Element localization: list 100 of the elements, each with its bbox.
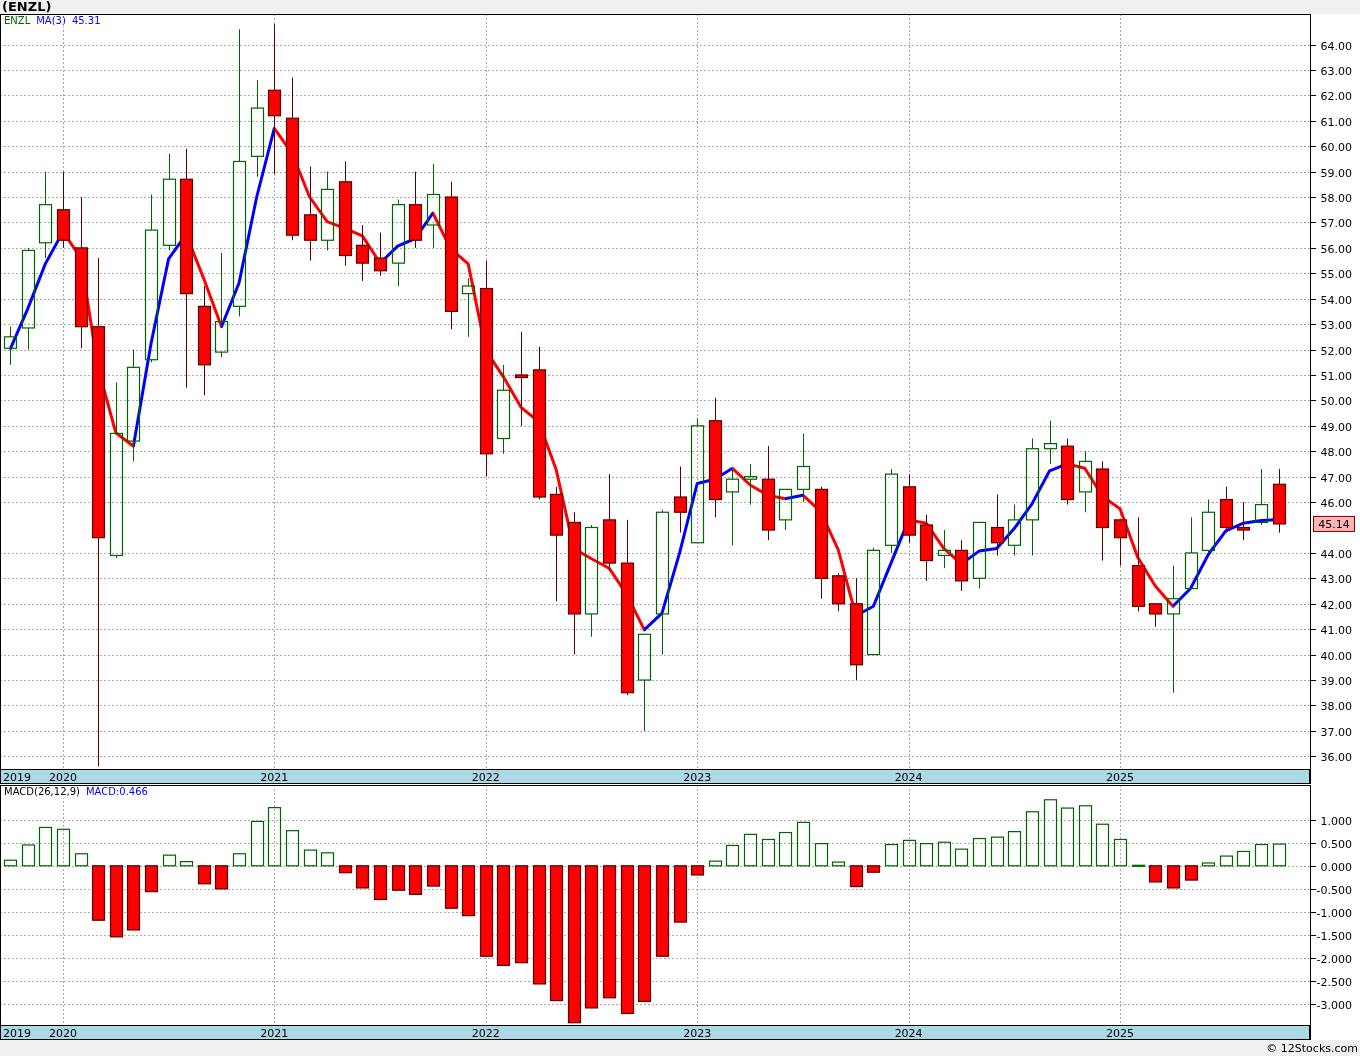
candlestick [1060, 438, 1075, 506]
histogram-bar [814, 843, 829, 867]
axis-label: 59.00 [1320, 166, 1352, 180]
histogram-bar [1043, 799, 1058, 867]
axis-label: 47.00 [1320, 471, 1352, 485]
histogram-bar [1113, 838, 1128, 867]
histogram-bar [461, 865, 476, 917]
histogram-bar [1254, 843, 1269, 867]
year-label: 2023 [683, 1027, 712, 1040]
year-label: 2020 [48, 771, 77, 784]
histogram-bar [1201, 862, 1216, 867]
histogram-bar [355, 865, 370, 889]
candlestick [778, 488, 793, 531]
candlestick [743, 463, 758, 506]
histogram-bar [1025, 811, 1040, 867]
histogram-bar [179, 861, 194, 867]
candlestick [1254, 468, 1269, 526]
candlestick [673, 466, 688, 534]
histogram-bar [74, 853, 89, 867]
axis-label: 41.00 [1320, 623, 1352, 637]
axis-label: 61.00 [1320, 115, 1352, 129]
candlestick [3, 326, 18, 366]
axis-label: 63.00 [1320, 64, 1352, 78]
candlestick [990, 493, 1005, 556]
year-label: 2020 [48, 1027, 77, 1040]
axis-label: 1.000 [1320, 814, 1352, 828]
histogram-bar [126, 865, 141, 931]
histogram-bar [38, 826, 53, 867]
year-label: 2024 [894, 771, 923, 784]
axis-label: 48.00 [1320, 445, 1352, 459]
histogram-bar [1078, 805, 1093, 867]
histogram-bar [1007, 831, 1022, 867]
histogram-bar [1166, 865, 1181, 889]
histogram-bar [919, 843, 934, 867]
histogram-bar [21, 844, 36, 867]
axis-label: 60.00 [1320, 140, 1352, 154]
copyright-text: © 12Stocks.com [1266, 1041, 1358, 1055]
axis-label: 0.500 [1320, 837, 1352, 851]
indicator-label: MA(3) [36, 15, 66, 27]
histogram-bar [426, 865, 441, 887]
axis-label: 49.00 [1320, 420, 1352, 434]
histogram-bar [990, 836, 1005, 867]
histogram-bar [1272, 843, 1287, 867]
year-label: 2022 [471, 771, 500, 784]
year-label: 2024 [894, 1027, 923, 1040]
histogram-bar [408, 865, 423, 895]
axis-label: 50.00 [1320, 394, 1352, 408]
candlestick [1043, 420, 1058, 465]
histogram-bar [673, 865, 688, 923]
year-label: 2022 [471, 1027, 500, 1040]
axis-label: 51.00 [1320, 369, 1352, 383]
candlestick [1007, 504, 1022, 556]
histogram-bar [831, 861, 846, 867]
axis-label: 37.00 [1320, 725, 1352, 739]
axis-label: 36.00 [1320, 750, 1352, 764]
histogram-bar [320, 852, 335, 867]
histogram-bar [884, 843, 899, 867]
histogram-bar [144, 865, 159, 893]
ticker-label: ENZL [4, 15, 31, 27]
histogram-bar [1219, 855, 1234, 867]
histogram-bar [708, 860, 723, 867]
histogram-bar [972, 837, 987, 867]
year-label: 2021 [260, 771, 289, 784]
histogram-bar [373, 865, 388, 901]
candlestick [1113, 519, 1128, 567]
axis-label: 52.00 [1320, 344, 1352, 358]
axis-label: 43.00 [1320, 572, 1352, 586]
candlestick [1236, 501, 1251, 541]
histogram-bar [902, 839, 917, 867]
histogram-bar [1060, 807, 1075, 867]
histogram-bar [197, 865, 212, 885]
histogram-bar [232, 853, 247, 867]
axis-label: 56.00 [1320, 242, 1352, 256]
histogram-bar [1148, 865, 1163, 883]
histogram-bar [1095, 823, 1110, 867]
candlestick [1219, 486, 1234, 534]
histogram-bar [1184, 865, 1199, 881]
histogram-bar [1236, 850, 1251, 867]
histogram-bar [849, 865, 864, 888]
year-label: 2019 [3, 771, 31, 784]
axis-label: 40.00 [1320, 649, 1352, 663]
candlestick [373, 232, 388, 277]
axis-label: 38.00 [1320, 699, 1352, 713]
axis-label: -1.500 [1316, 929, 1352, 943]
candlestick [937, 529, 952, 569]
year-label: 2021 [260, 1027, 289, 1040]
axis-label: 57.00 [1320, 216, 1352, 230]
histogram-bar [285, 830, 300, 867]
axis-label: 62.00 [1320, 89, 1352, 103]
axis-label: -1.000 [1316, 906, 1352, 920]
candlestick [1272, 468, 1287, 534]
histogram-bar [761, 838, 776, 867]
axis-label: 42.00 [1320, 598, 1352, 612]
candlestick [972, 521, 987, 589]
histogram-bar [391, 865, 406, 891]
axis-label: -0.500 [1316, 883, 1352, 897]
candlestick [954, 539, 969, 592]
histogram-bar [56, 828, 71, 867]
histogram-bar [338, 865, 353, 874]
candlestick [902, 473, 917, 544]
